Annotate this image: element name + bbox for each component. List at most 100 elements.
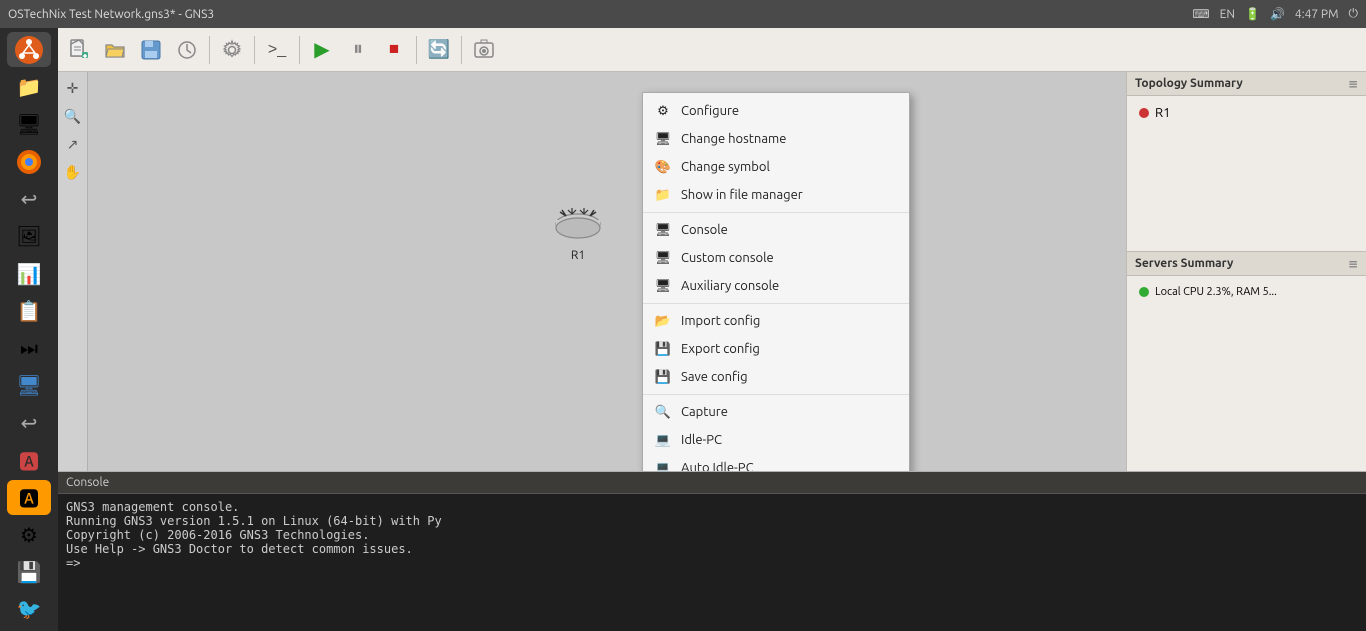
server-status-dot (1139, 287, 1149, 297)
dock-spreadsheet[interactable]: 📊 (7, 256, 51, 291)
terminal-button[interactable]: >_ (260, 33, 294, 67)
menu-auxiliary-console[interactable]: 🖥 Auxiliary console (643, 272, 909, 300)
change-symbol-label: Change symbol (681, 160, 770, 174)
import-icon: 📂 (655, 313, 671, 329)
console-line-4: Use Help -> GNS3 Doctor to detect common… (66, 542, 1358, 556)
save-config-label: Save config (681, 370, 748, 384)
servers-expand[interactable]: ≡ (1348, 257, 1358, 271)
symbol-icon: 🎨 (655, 159, 671, 175)
recent-button[interactable] (170, 33, 204, 67)
dock-font[interactable]: 🅰 (7, 442, 51, 477)
toolbar-sep-2 (254, 36, 255, 64)
capture-label: Capture (681, 405, 728, 419)
topology-node-r1[interactable]: R1 (1135, 104, 1358, 122)
menu-custom-console[interactable]: 🖥 Custom console (643, 244, 909, 272)
dock-firefox[interactable] (7, 144, 51, 179)
power-icon: ⏻ (1349, 7, 1359, 21)
menu-idle-pc[interactable]: 💻 Idle-PC (643, 426, 909, 454)
menu-sep-3 (643, 394, 909, 395)
node-status-dot (1139, 108, 1149, 118)
hostname-icon: 🖥 (655, 131, 671, 147)
show-in-file-manager-label: Show in file manager (681, 188, 803, 202)
arrow-tool[interactable]: ↗ (61, 132, 85, 156)
console-line-2: Running GNS3 version 1.5.1 on Linux (64-… (66, 514, 1358, 528)
play-button[interactable]: ▶ (305, 33, 339, 67)
dock-bird[interactable]: 🐦 (7, 592, 51, 627)
menu-console[interactable]: 🖥 Console (643, 216, 909, 244)
stop-all-button[interactable]: ⏹ (377, 33, 411, 67)
preferences-button[interactable] (215, 33, 249, 67)
auto-idle-pc-icon: 💻 (655, 460, 671, 471)
console-title: Console (66, 476, 109, 489)
topology-expand[interactable]: ≡ (1348, 77, 1358, 91)
keyboard-icon: ⌨ (1192, 7, 1209, 21)
dock-text[interactable]: 📋 (7, 293, 51, 328)
toolbar: >_ ▶ ⏸ ⏹ 🔄 (58, 28, 1366, 72)
move-tool[interactable]: ✛ (61, 76, 85, 100)
servers-content: Local CPU 2.3%, RAM 5... (1127, 276, 1366, 308)
console-header: Console (58, 472, 1366, 494)
auxiliary-console-icon: 🖥 (655, 278, 671, 294)
menu-capture[interactable]: 🔍 Capture (643, 398, 909, 426)
menu-change-hostname[interactable]: 🖥 Change hostname (643, 125, 909, 153)
context-menu: ⚙ Configure 🖥 Change hostname 🎨 Change s… (642, 92, 910, 471)
topology-title: Topology Summary (1135, 77, 1243, 90)
pan-tool[interactable]: ✋ (61, 160, 85, 184)
console-label: Console (681, 223, 728, 237)
menu-configure[interactable]: ⚙ Configure (643, 97, 909, 125)
workspace: ✛ 🔍 ↗ ✋ (58, 72, 1366, 471)
servers-panel: Servers Summary ≡ Local CPU 2.3%, RAM 5.… (1127, 252, 1366, 471)
toolbar-sep-4 (416, 36, 417, 64)
custom-console-label: Custom console (681, 251, 774, 265)
clock: 4:47 PM (1295, 8, 1339, 21)
screenshot-button[interactable] (467, 33, 501, 67)
console-body[interactable]: GNS3 management console. Running GNS3 ve… (58, 494, 1366, 631)
canvas-tools: ✛ 🔍 ↗ ✋ (58, 72, 88, 471)
content: >_ ▶ ⏸ ⏹ 🔄 ✛ 🔍 ↗ (58, 28, 1366, 631)
router-r1[interactable]: R1 (548, 202, 608, 262)
dock-image[interactable]: 🖼 (7, 219, 51, 254)
dock-settings[interactable]: ⚙ (7, 517, 51, 552)
zoom-in-tool[interactable]: 🔍 (61, 104, 85, 128)
servers-header: Servers Summary ≡ (1127, 252, 1366, 276)
auxiliary-console-label: Auxiliary console (681, 279, 779, 293)
file-manager-icon: 📁 (655, 187, 671, 203)
volume-icon: 🔊 (1270, 7, 1285, 21)
export-config-label: Export config (681, 342, 760, 356)
pause-button[interactable]: ⏸ (341, 33, 375, 67)
reload-button[interactable]: 🔄 (422, 33, 456, 67)
dock-terminal[interactable]: 🖥 (7, 107, 51, 142)
bottom-console: Console GNS3 management console. Running… (58, 471, 1366, 631)
open-button[interactable] (98, 33, 132, 67)
menu-auto-idle-pc[interactable]: 💻 Auto Idle-PC (643, 454, 909, 471)
dock-back2[interactable]: ↩ (7, 405, 51, 440)
menu-show-in-file-manager[interactable]: 📁 Show in file manager (643, 181, 909, 209)
idle-pc-label: Idle-PC (681, 433, 722, 447)
toolbar-sep-5 (461, 36, 462, 64)
configure-icon: ⚙ (655, 103, 671, 119)
dock-storage[interactable]: 💾 (7, 554, 51, 589)
save-button[interactable] (134, 33, 168, 67)
dock-screen[interactable]: 🖥 (7, 368, 51, 403)
topology-content: R1 (1127, 96, 1366, 130)
toolbar-sep-3 (299, 36, 300, 64)
menu-save-config[interactable]: 💾 Save config (643, 363, 909, 391)
dock-ubuntu[interactable] (7, 32, 51, 67)
battery-icon: 🔋 (1245, 7, 1260, 21)
dock-amazon[interactable]: 🅰 (7, 480, 51, 515)
topology-header: Topology Summary ≡ (1127, 72, 1366, 96)
dock-files[interactable]: 📁 (7, 69, 51, 104)
right-panels: Topology Summary ≡ R1 Servers Summary ≡ (1126, 72, 1366, 471)
canvas[interactable]: R1 ⚙ Configure 🖥 Change hostname 🎨 Chang… (88, 72, 1126, 471)
console-line-3: Copyright (c) 2006-2016 GNS3 Technologie… (66, 528, 1358, 542)
menu-export-config[interactable]: 💾 Export config (643, 335, 909, 363)
menu-import-config[interactable]: 📂 Import config (643, 307, 909, 335)
topology-node-label: R1 (1155, 106, 1170, 120)
menu-change-symbol[interactable]: 🎨 Change symbol (643, 153, 909, 181)
titlebar-right: ⌨ EN 🔋 🔊 4:47 PM ⏻ (1192, 7, 1358, 21)
capture-icon: 🔍 (655, 404, 671, 420)
new-button[interactable] (62, 33, 96, 67)
custom-console-icon: 🖥 (655, 250, 671, 266)
dock-back[interactable]: ↩ (7, 181, 51, 216)
dock-media[interactable]: ⏭ (7, 331, 51, 366)
